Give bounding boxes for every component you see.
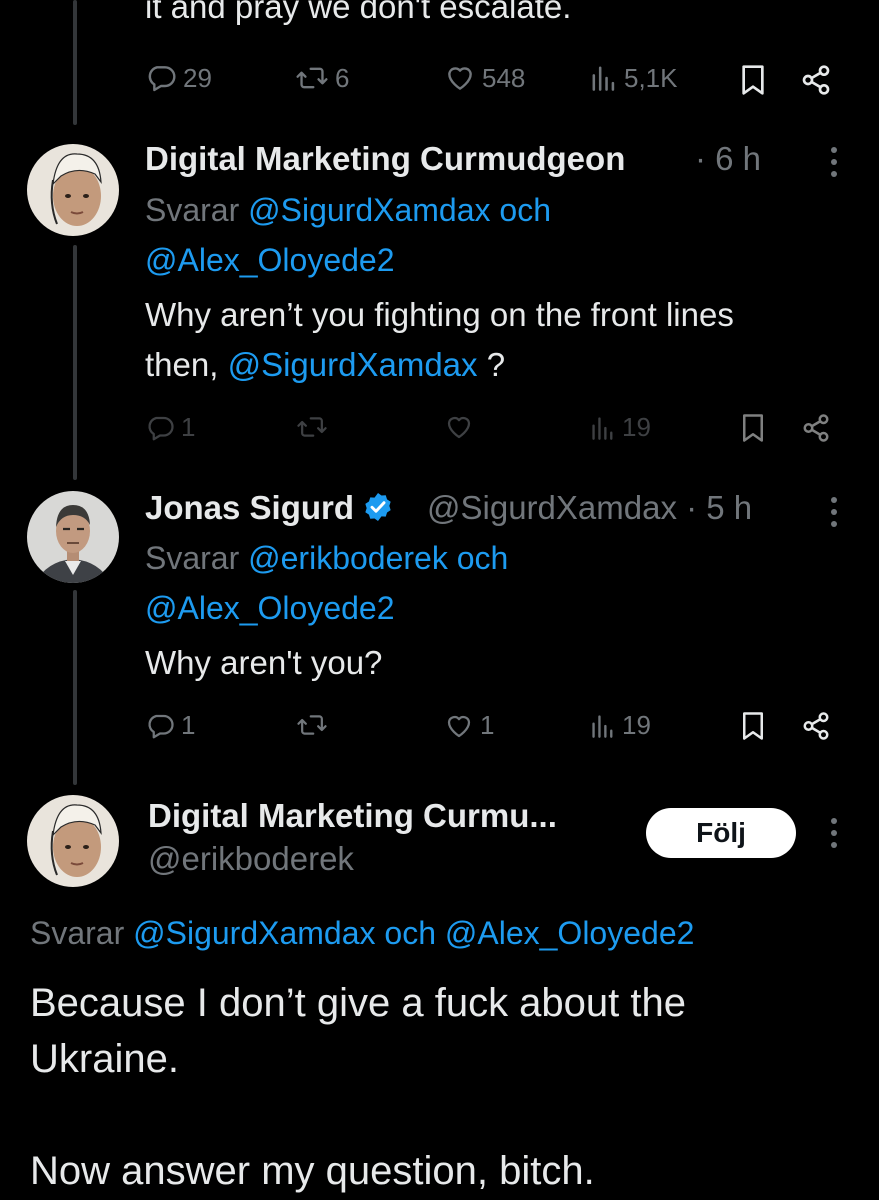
share-button[interactable]: [800, 64, 832, 96]
replying-to: Svarar @SigurdXamdax och @Alex_Oloyede2: [30, 915, 695, 951]
views-count: 5,1K: [624, 62, 678, 93]
views-button[interactable]: 19: [590, 412, 651, 443]
more-icon[interactable]: [829, 147, 839, 183]
more-icon[interactable]: [829, 818, 839, 854]
bookmark-button[interactable]: [740, 413, 766, 443]
like-count: 548: [482, 62, 526, 93]
views-button[interactable]: 5,1K: [590, 62, 678, 94]
tweet-text: Because I don’t give a fuck about the Uk…: [30, 981, 686, 1193]
repost-button[interactable]: [296, 412, 328, 442]
avatar[interactable]: [27, 144, 119, 236]
mention-link[interactable]: @Alex_Oloyede2: [145, 242, 395, 278]
repost-icon: [297, 715, 327, 735]
share-icon: [802, 65, 830, 95]
reply-button[interactable]: 1: [145, 412, 195, 443]
bookmark-button[interactable]: [740, 711, 766, 741]
like-count: 1: [480, 710, 495, 740]
replying-to-line2: @Alex_Oloyede2: [145, 235, 395, 285]
replying-to: Svarar @erikboderek och: [145, 540, 509, 576]
repost-button[interactable]: [296, 710, 328, 740]
repost-count: 6: [335, 62, 350, 93]
like-button[interactable]: [444, 412, 474, 442]
views-button[interactable]: 19: [590, 710, 651, 741]
reply-count: 1: [181, 710, 196, 740]
share-button[interactable]: [801, 711, 831, 741]
avatar[interactable]: [27, 491, 119, 583]
like-icon: [447, 416, 471, 439]
verified-icon: [365, 493, 391, 521]
reply-icon: [148, 714, 174, 738]
views-count: 19: [622, 710, 651, 740]
tweet-text: it and pray we don't escalate.: [145, 0, 572, 25]
share-icon: [803, 712, 829, 740]
post-time[interactable]: · 5 h: [686, 489, 752, 526]
tweet-text: Why aren’t you fighting on the front lin…: [145, 296, 734, 383]
bookmark-icon: [742, 65, 764, 95]
author-name[interactable]: Digital Marketing Curmudgeon: [145, 140, 625, 178]
thread-line: [73, 245, 77, 480]
like-icon: [447, 715, 471, 737]
avatar[interactable]: [27, 795, 119, 887]
like-icon: [448, 67, 472, 90]
thread-line: [73, 590, 77, 785]
bookmark-icon: [743, 712, 763, 740]
reply-icon: [148, 416, 174, 440]
replying-to: Svarar @SigurdXamdax och: [145, 192, 551, 228]
author-name[interactable]: Jonas Sigurd: [145, 489, 394, 527]
post-time[interactable]: · 6 h: [695, 140, 761, 178]
views-icon: [592, 66, 615, 91]
more-icon[interactable]: [829, 497, 839, 533]
views-count: 19: [622, 412, 651, 442]
share-icon: [803, 414, 829, 442]
reply-button[interactable]: 1: [145, 710, 195, 741]
replying-to-line2: @Alex_Oloyede2: [145, 583, 395, 633]
views-icon: [592, 714, 613, 738]
mention-link[interactable]: @SigurdXamdax och @Alex_Oloyede2: [133, 915, 694, 951]
author-handle[interactable]: @erikboderek: [148, 840, 354, 878]
mention-link[interactable]: @SigurdXamdax och: [248, 192, 551, 228]
bookmark-button[interactable]: [739, 64, 767, 96]
bookmark-icon: [743, 414, 763, 442]
mention-link[interactable]: @SigurdXamdax: [228, 346, 478, 383]
follow-button[interactable]: Följ: [646, 808, 796, 858]
reply-count: 29: [183, 62, 212, 93]
tweet-text: Why aren't you?: [145, 644, 383, 681]
reply-button[interactable]: 29: [145, 62, 212, 94]
repost-icon: [296, 67, 328, 89]
repost-icon: [297, 417, 327, 437]
author-name[interactable]: Digital Marketing Curmu...: [148, 797, 557, 835]
repost-button[interactable]: 6: [295, 62, 349, 94]
mention-link[interactable]: @erikboderek och: [248, 540, 508, 576]
like-button[interactable]: 548: [444, 62, 525, 94]
reply-icon: [148, 66, 176, 92]
author-handle[interactable]: @SigurdXamdax · 5 h: [427, 489, 752, 527]
views-icon: [592, 416, 613, 440]
mention-link[interactable]: @Alex_Oloyede2: [145, 590, 395, 626]
share-button[interactable]: [801, 413, 831, 443]
like-button[interactable]: 1: [444, 710, 494, 741]
thread-line: [73, 0, 77, 125]
reply-count: 1: [181, 412, 196, 442]
